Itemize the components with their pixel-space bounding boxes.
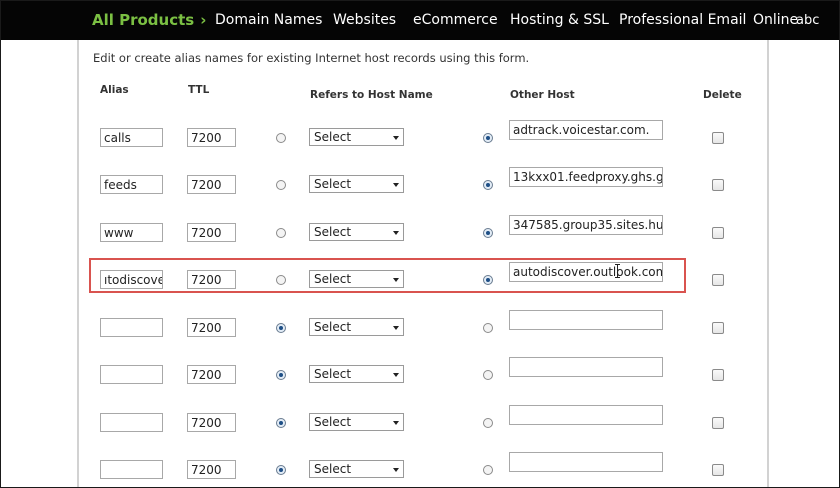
other-host-input[interactable]: 13kxx01.feedproxy.ghs.goo [509, 167, 663, 187]
refers-to-host-select[interactable]: Select [309, 413, 404, 431]
other-host-radio[interactable] [483, 418, 493, 428]
select-label: Select [314, 415, 352, 429]
chevron-right-icon: › [200, 11, 207, 29]
ttl-input[interactable]: 7200 [187, 128, 236, 147]
delete-checkbox[interactable] [712, 369, 724, 381]
other-host-radio[interactable] [483, 180, 493, 190]
refers-to-host-select[interactable]: Select [309, 365, 404, 383]
nav-ecommerce[interactable]: eCommerce [413, 12, 498, 28]
other-host-input[interactable] [509, 405, 663, 425]
dropdown-arrow-icon [393, 326, 399, 330]
ttl-input[interactable]: 7200 [187, 413, 236, 432]
nav-websites[interactable]: Websites [333, 12, 396, 28]
delete-checkbox[interactable] [712, 132, 724, 144]
ttl-input[interactable]: 7200 [187, 318, 236, 337]
dropdown-arrow-icon [393, 468, 399, 472]
dropdown-arrow-icon [393, 421, 399, 425]
select-label: Select [314, 367, 352, 381]
alias-input[interactable]: feeds [100, 175, 163, 194]
other-host-input[interactable] [509, 310, 663, 330]
header-refers-to-host: Refers to Host Name [310, 89, 433, 101]
other-host-input[interactable] [509, 452, 663, 472]
dropdown-arrow-icon [393, 183, 399, 187]
other-host-radio[interactable] [483, 133, 493, 143]
select-label: Select [314, 320, 352, 334]
ttl-input[interactable]: 7200 [187, 460, 236, 479]
header-delete: Delete [703, 89, 742, 101]
top-navigation: All Products › Domain Names Websites eCom… [0, 0, 840, 40]
select-label: Select [314, 177, 352, 191]
ttl-input[interactable]: 7200 [187, 175, 236, 194]
dropdown-arrow-icon [393, 136, 399, 140]
refers-to-host-select[interactable]: Select [309, 128, 404, 146]
other-host-input[interactable] [509, 357, 663, 377]
other-host-radio[interactable] [483, 323, 493, 333]
nav-all-products-label: All Products [92, 11, 195, 29]
select-label: Select [314, 462, 352, 476]
refers-to-host-select[interactable]: Select [309, 175, 404, 193]
delete-checkbox[interactable] [712, 464, 724, 476]
refers-to-host-radio[interactable] [276, 180, 286, 190]
form-description: Edit or create alias names for existing … [93, 51, 530, 65]
nav-overflow-text: abc [796, 13, 820, 28]
refers-to-host-radio[interactable] [276, 323, 286, 333]
refers-to-host-radio[interactable] [276, 418, 286, 428]
other-host-radio[interactable] [483, 228, 493, 238]
refers-to-host-radio[interactable] [276, 465, 286, 475]
refers-to-host-select[interactable]: Select [309, 460, 404, 478]
select-label: Select [314, 130, 352, 144]
alias-input[interactable] [100, 318, 163, 337]
other-host-radio[interactable] [483, 370, 493, 380]
nav-online[interactable]: Online [753, 12, 798, 28]
refers-to-host-radio[interactable] [276, 133, 286, 143]
ttl-input[interactable]: 7200 [187, 223, 236, 242]
nav-hosting-ssl[interactable]: Hosting & SSL [510, 12, 609, 28]
refers-to-host-select[interactable]: Select [309, 223, 404, 241]
alias-input[interactable] [100, 365, 163, 384]
other-host-input[interactable]: adtrack.voicestar.com. [509, 120, 663, 140]
text-cursor-icon [615, 264, 620, 278]
alias-input[interactable] [100, 460, 163, 479]
dropdown-arrow-icon [393, 231, 399, 235]
alias-input[interactable]: www [100, 223, 163, 242]
refers-to-host-radio[interactable] [276, 228, 286, 238]
refers-to-host-radio[interactable] [276, 370, 286, 380]
nav-professional-email[interactable]: Professional Email [619, 12, 746, 28]
select-label: Select [314, 225, 352, 239]
nav-domain-names[interactable]: Domain Names [215, 12, 322, 28]
delete-checkbox[interactable] [712, 179, 724, 191]
delete-checkbox[interactable] [712, 227, 724, 239]
alias-input[interactable] [100, 413, 163, 432]
delete-checkbox[interactable] [712, 417, 724, 429]
nav-all-products[interactable]: All Products › [92, 11, 206, 29]
dropdown-arrow-icon [393, 373, 399, 377]
highlight-annotation [89, 258, 686, 293]
header-other-host: Other Host [510, 89, 575, 101]
refers-to-host-select[interactable]: Select [309, 318, 404, 336]
other-host-radio[interactable] [483, 465, 493, 475]
alias-input[interactable]: calls [100, 128, 163, 147]
delete-checkbox[interactable] [712, 274, 724, 286]
ttl-input[interactable]: 7200 [187, 365, 236, 384]
header-ttl: TTL [188, 84, 210, 96]
header-alias: Alias [100, 84, 129, 96]
other-host-input[interactable]: 347585.group35.sites.hubs| [509, 215, 663, 235]
delete-checkbox[interactable] [712, 322, 724, 334]
